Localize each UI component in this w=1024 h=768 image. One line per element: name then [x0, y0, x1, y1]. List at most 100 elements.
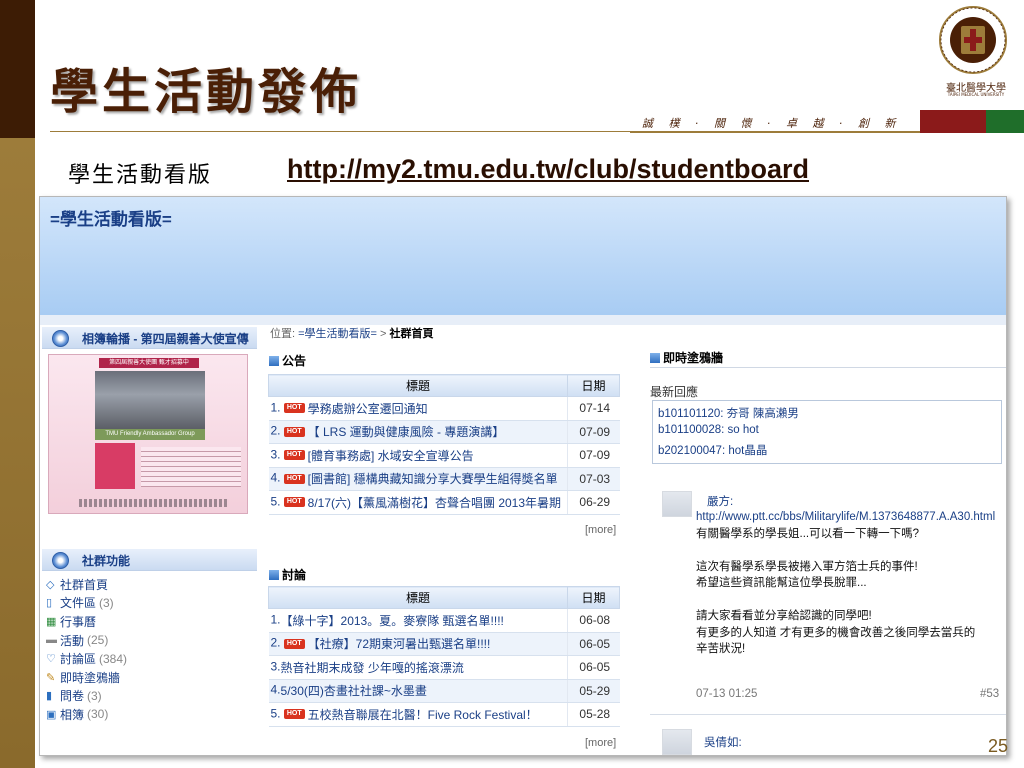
col-title: 標題 — [268, 374, 568, 397]
col-date: 日期 — [567, 586, 620, 609]
tag-icon: ◇ — [46, 578, 55, 591]
comment-time: 07-13 01:25 — [696, 688, 758, 700]
row-title-link[interactable]: 【 LRS 運動與健康風險 - 專題演講】 — [308, 423, 505, 440]
functions-panel-title: 社群功能 — [82, 554, 131, 568]
board-header-strip — [40, 315, 1006, 325]
chat-icon: ♡ — [46, 653, 56, 666]
latest-replies-label: 最新回應 — [650, 385, 699, 399]
board-header: =學生活動看版= — [40, 197, 1006, 315]
row-title-link[interactable]: 【綠十字】2013。夏。麥寮隊 甄選名單!!!! — [281, 612, 504, 629]
table-header: 標題 日期 — [268, 374, 620, 397]
table-row[interactable]: 5. HOT 8/17(六)【薰風滿樹花】杏聲合唱團 2013年暑期 06-29 — [268, 490, 620, 515]
func-item-albums[interactable]: ▣ 相簿 (30) — [46, 705, 127, 724]
panel-arrow-icon — [52, 552, 69, 569]
motto-band-red — [920, 110, 986, 133]
hot-badge-icon: HOT — [283, 450, 305, 461]
board-header-title: =學生活動看版= — [50, 210, 172, 229]
table-row[interactable]: 1.【綠十字】2013。夏。麥寮隊 甄選名單!!!! 06-08 — [268, 608, 620, 633]
func-item-home[interactable]: ◇ 社群首頁 — [46, 575, 127, 594]
discussions-table: 標題 日期 1.【綠十字】2013。夏。麥寮隊 甄選名單!!!! 06-08 2… — [268, 586, 620, 727]
hot-badge-icon: HOT — [283, 473, 305, 484]
table-row[interactable]: 1. HOT 學務處辦公室遷回通知 07-14 — [268, 396, 620, 421]
row-title-link[interactable]: 學務處辦公室遷回通知 — [308, 400, 428, 417]
section-icon — [269, 355, 279, 366]
motto-band-green — [986, 110, 1024, 133]
activity-icon: ▬ — [46, 634, 57, 647]
slide-left-bar-gold — [0, 138, 35, 768]
func-item-survey[interactable]: ▮ 問卷 (3) — [46, 687, 127, 706]
panel-arrow-icon — [52, 330, 69, 347]
func-item-activities[interactable]: ▬ 活動 (25) — [46, 631, 127, 650]
section-icon — [650, 352, 660, 363]
row-title-link[interactable]: [體育事務處] 水域安全宣導公告 — [308, 447, 474, 464]
comment-number: #53 — [980, 688, 1000, 700]
func-item-forum[interactable]: ♡ 討論區 (384) — [46, 649, 127, 668]
col-date: 日期 — [567, 374, 620, 397]
latest-reply-item[interactable]: b101100028: so hot — [658, 424, 996, 443]
row-title-link[interactable]: [圖書館] 穩構典藏知識分享大賽學生組得獎名單 — [308, 470, 558, 487]
graffiti-title: 即時塗鴉牆 — [650, 349, 723, 366]
table-row[interactable]: 2. HOT 【社療】72期東河暑出甄選名單!!!! 06-05 — [268, 632, 620, 656]
functions-panel-header[interactable]: 社群功能 — [42, 549, 257, 571]
section-icon — [269, 569, 279, 580]
slide-page-number: 25 — [988, 736, 1009, 756]
announcements-more-link[interactable]: [more] — [585, 524, 616, 536]
row-title-link[interactable]: 【社療】72期東河暑出甄選名單!!!! — [308, 635, 491, 652]
album-text-block — [141, 447, 241, 487]
subtitle: 學生活動看版 — [68, 163, 213, 188]
calendar-icon: ▦ — [46, 615, 57, 628]
slide-left-bar-dark — [0, 0, 35, 138]
comment-divider — [650, 714, 1006, 715]
breadcrumb: 位置: =學生活動看版= > 社群首頁 — [270, 328, 434, 340]
slide-title: 學生活動發佈 — [50, 64, 363, 120]
comment-url-link[interactable]: http://www.ptt.cc/bbs/Militarylife/M.137… — [696, 509, 1006, 526]
next-comment-author[interactable]: 吳倩如: — [704, 734, 742, 750]
latest-replies-box: b101101120: 夯哥 陳高瀨男 b101100028: so hot b… — [652, 400, 1002, 464]
album-banner: 第四屆親善大使團 甄才招募中 — [99, 358, 199, 368]
hot-badge-icon: HOT — [283, 403, 305, 414]
board-link[interactable]: http://my2.tmu.edu.tw/club/studentboard — [287, 154, 809, 185]
hot-badge-icon: HOT — [283, 426, 305, 437]
breadcrumb-root-link[interactable]: =學生活動看版= — [298, 328, 377, 340]
board-screenshot: =學生活動看版= 相簿輪播 - 第四屆親善大使宣傳 第四屆親善大使團 甄才招募中… — [39, 196, 1007, 756]
hot-badge-icon: HOT — [283, 497, 305, 508]
bar-chart-icon: ▮ — [46, 690, 53, 703]
announcements-table: 標題 日期 1. HOT 學務處辦公室遷回通知 07-14 2. HOT 【 LRS… — [268, 374, 620, 515]
album-caption: TMU Friendly Ambassador Group — [95, 429, 205, 440]
func-item-graffiti[interactable]: ✎ 即時塗鴉牆 — [46, 668, 127, 687]
table-header: 標題 日期 — [268, 586, 620, 609]
func-item-docs[interactable]: ▯ 文件區 (3) — [46, 594, 127, 613]
table-row[interactable]: 2. HOT 【 LRS 運動與健康風險 - 專題演講】 07-09 — [268, 420, 620, 444]
hot-badge-icon: HOT — [283, 709, 305, 720]
row-title-link[interactable]: 5/30(四)杏畫社社課~水墨畫 — [281, 682, 427, 699]
comment-body: http://www.ptt.cc/bbs/Militarylife/M.137… — [696, 509, 1006, 658]
announcements-title: 公告 — [269, 352, 306, 369]
row-title-link[interactable]: 熱音社期末成發 少年嘎的搖滾漂流 — [281, 659, 464, 676]
album-panel-header[interactable]: 相簿輪播 - 第四屆親善大使宣傳 — [42, 327, 257, 349]
table-row[interactable]: 4. HOT [圖書館] 穩構典藏知識分享大賽學生組得獎名單 07-03 — [268, 467, 620, 491]
latest-reply-item[interactable]: b101101120: 夯哥 陳高瀨男 — [658, 405, 996, 424]
discussions-title: 討論 — [269, 566, 306, 583]
table-row[interactable]: 3. HOT [體育事務處] 水域安全宣導公告 07-09 — [268, 443, 620, 468]
graffiti-rule — [650, 367, 1006, 368]
motto-band: 誠 樸 · 關 懷 · 卓 越 · 創 新 — [630, 110, 920, 133]
table-row[interactable]: 5. HOT 五校熱音聯展在北醫！Five Rock Festival！ 05-2… — [268, 702, 620, 727]
document-icon: ▯ — [46, 597, 53, 610]
album-panel-title: 相簿輪播 - 第四屆親善大使宣傳 — [82, 332, 249, 346]
breadcrumb-current: 社群首頁 — [389, 328, 434, 340]
table-row[interactable]: 4.5/30(四)杏畫社社課~水墨畫 05-29 — [268, 679, 620, 703]
title-rule — [50, 131, 635, 132]
comment-author[interactable]: 嚴方: — [707, 493, 733, 509]
avatar — [662, 729, 692, 755]
album-image[interactable]: 第四屆親善大使團 甄才招募中 TMU Friendly Ambassador G… — [48, 354, 248, 514]
func-item-calendar[interactable]: ▦ 行事曆 — [46, 612, 127, 631]
discussions-more-link[interactable]: [more] — [585, 737, 616, 749]
table-row[interactable]: 3.熱音社期末成發 少年嘎的搖滾漂流 06-05 — [268, 655, 620, 680]
col-title: 標題 — [268, 586, 568, 609]
pencil-icon: ✎ — [46, 671, 56, 684]
group-photo — [95, 371, 205, 429]
row-title-link[interactable]: 8/17(六)【薰風滿樹花】杏聲合唱團 2013年暑期 — [308, 494, 561, 511]
row-title-link[interactable]: 五校熱音聯展在北醫！Five Rock Festival！ — [308, 706, 538, 723]
hot-badge-icon: HOT — [283, 638, 305, 649]
latest-reply-item[interactable]: b202100047: hot晶晶 — [658, 442, 996, 461]
